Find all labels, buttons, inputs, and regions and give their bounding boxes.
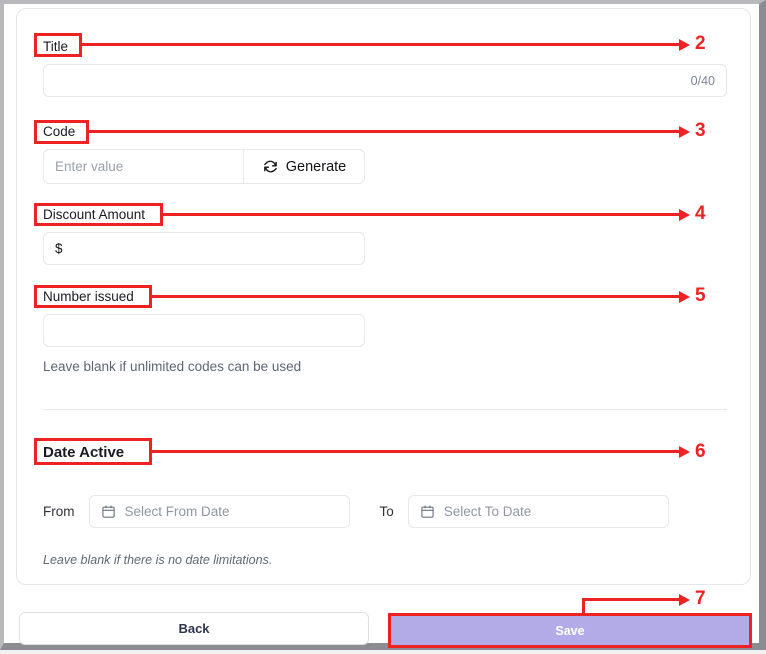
promo-code-form-card: Title 0/40 Code Enter value Generate Dis…	[16, 8, 751, 585]
section-divider	[43, 409, 727, 410]
save-button[interactable]: Save	[391, 616, 749, 645]
date-to-label: To	[379, 504, 394, 519]
number-issued-helper-text: Leave blank if unlimited codes can be us…	[43, 359, 302, 374]
back-button-label: Back	[178, 621, 210, 636]
date-active-row: From Select From Date To Select To Date	[43, 495, 669, 528]
date-to-placeholder: Select To Date	[443, 504, 532, 519]
generate-button-label: Generate	[285, 158, 347, 175]
number-issued-input[interactable]	[43, 314, 365, 347]
discount-amount-field-block: Discount Amount $	[43, 207, 365, 265]
code-label: Code	[43, 124, 76, 139]
calendar-icon	[101, 504, 116, 519]
code-input-row: Enter value Generate	[43, 149, 365, 184]
discount-amount-input[interactable]: $	[43, 232, 365, 265]
calendar-icon	[420, 504, 435, 519]
number-issued-label: Number issued	[43, 289, 134, 304]
date-from-label: From	[43, 504, 75, 519]
code-input-placeholder: Enter value	[55, 159, 124, 174]
date-from-placeholder: Select From Date	[124, 504, 230, 519]
back-button[interactable]: Back	[19, 612, 369, 645]
date-active-helper-text: Leave blank if there is no date limitati…	[43, 553, 273, 567]
application-window: Title 0/40 Code Enter value Generate Dis…	[0, 0, 766, 650]
title-field-block: Title 0/40	[43, 39, 727, 97]
refresh-icon	[262, 158, 279, 175]
code-field-block: Code Enter value Generate	[43, 124, 365, 184]
title-label: Title	[43, 39, 69, 54]
date-to-picker[interactable]: Select To Date	[407, 495, 669, 528]
title-char-counter: 0/40	[690, 73, 715, 88]
code-input[interactable]: Enter value	[44, 150, 243, 183]
generate-button[interactable]: Generate	[243, 150, 364, 183]
date-active-heading: Date Active	[43, 444, 125, 461]
date-active-heading-block: Date Active	[43, 445, 124, 461]
number-issued-field-block: Number issued Leave blank if unlimited c…	[43, 289, 365, 374]
save-button-label: Save	[555, 623, 585, 638]
title-input[interactable]: 0/40	[43, 64, 727, 97]
currency-prefix: $	[55, 241, 63, 256]
discount-amount-label: Discount Amount	[43, 207, 146, 222]
date-from-picker[interactable]: Select From Date	[88, 495, 350, 528]
